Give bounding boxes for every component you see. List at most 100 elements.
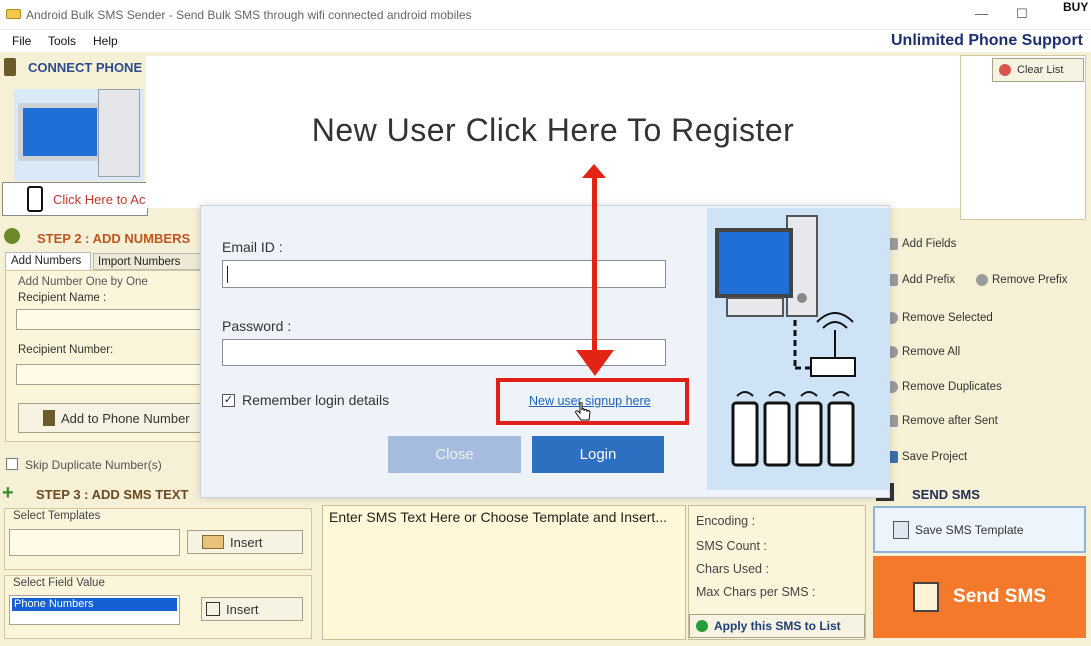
menu-file[interactable]: File [12,34,31,48]
max-chars-label: Max Chars per SMS : [696,585,816,599]
mobile-icon [27,186,43,212]
field-value-label: Select Field Value [13,577,105,589]
minimize-button[interactable]: — [975,6,988,21]
save-sms-template-button[interactable]: Save SMS Template [873,506,1086,553]
step3-section: + STEP 3 : ADD SMS TEXT Select Templates… [0,480,318,646]
network-art-svg [715,215,856,467]
red-arrow-top-icon [582,164,606,178]
add-fields-label: Add Fields [902,237,957,250]
remove-all-label: Remove All [902,345,961,358]
remove-prefix-label: Remove Prefix [992,273,1068,286]
send-sms-label: Send SMS [953,586,1046,607]
remove-duplicates-button[interactable]: Remove Duplicates [876,370,1086,403]
insert-template-label: Insert [230,534,263,550]
encoding-label: Encoding : [696,514,756,528]
recipient-list[interactable]: Clear List [960,55,1086,220]
remove-selected-button[interactable]: Remove Selected [876,301,1086,334]
save-template-icon [893,520,909,539]
add-text-icon: + [2,482,14,504]
menu-bar: File Tools Help Unlimited Phone Support [0,30,1091,52]
tab-import-numbers[interactable]: Import Numbers [93,253,203,270]
chars-used-label: Chars Used : [696,562,769,576]
add-prefix-label: Add Prefix [902,273,956,286]
send-sms-header: SEND SMS [912,487,980,502]
window-title: Android Bulk SMS Sender - Send Bulk SMS … [26,8,472,22]
field-value-selected[interactable]: Phone Numbers [12,598,177,611]
insert-field-label: Insert [226,601,259,617]
red-arrow-head-icon [576,350,614,376]
field-icon [206,602,220,616]
phone-add-icon [43,410,55,426]
phone-icon [4,58,16,76]
remove-after-sent-button[interactable]: Remove after Sent [876,404,1086,437]
save-project-label: Save Project [902,450,968,463]
templates-panel: Select Templates Insert [4,508,312,570]
apply-sms-button[interactable]: Apply this SMS to List [689,614,865,638]
remove-prefix-icon [976,273,988,286]
sms-text-area[interactable]: Enter SMS Text Here or Choose Template a… [322,505,686,640]
connect-phone-section: CONNECT PHONE Click Here to Ac [0,55,150,220]
check-icon [696,620,708,632]
red-arrow-shaft [592,172,597,357]
remove-prefix-button[interactable]: Remove Prefix [966,263,1086,296]
recipient-name-input[interactable] [16,309,206,330]
hand-cursor-icon [575,402,591,421]
clear-icon [999,64,1011,76]
buy-label: BUY [1063,0,1089,14]
email-field[interactable] [222,260,666,288]
send-icon [913,582,940,612]
step2-section: STEP 2 : ADD NUMBERS Add Numbers Import … [0,222,208,478]
tab-add-numbers[interactable]: Add Numbers [5,252,91,270]
signup-highlight-box [496,378,689,425]
title-bar: Android Bulk SMS Sender - Send Bulk SMS … [0,0,1091,30]
send-sms-button[interactable]: Send SMS [873,556,1086,638]
clear-list-label: Clear List [1017,64,1064,76]
email-label: Email ID : [222,239,283,255]
clear-list-button[interactable]: Clear List [992,58,1084,82]
templates-select[interactable] [9,529,180,556]
menu-help[interactable]: Help [93,34,118,48]
step2-icon [4,228,20,244]
recipient-number-input[interactable] [16,364,206,385]
connect-phone-button[interactable]: Click Here to Ac [2,182,148,216]
text-cursor [227,266,228,283]
save-sms-template-label: Save SMS Template [915,522,1024,537]
add-to-phone-number-label: Add to Phone Number [61,410,190,426]
login-button[interactable]: Login [532,436,664,473]
remove-duplicates-label: Remove Duplicates [902,380,1002,393]
remove-all-button[interactable]: Remove All [876,335,1086,368]
add-one-group-label: Add Number One by One [18,276,148,288]
remember-label: Remember login details [242,392,390,408]
skip-duplicates-label: Skip Duplicate Number(s) [25,458,162,472]
field-value-list[interactable]: Phone Numbers [9,595,180,625]
insert-template-button[interactable]: Insert [187,530,303,554]
template-icon [202,535,224,549]
login-dialog: Email ID : Password : ✓ Remember login d… [200,205,890,498]
password-label: Password : [222,318,292,334]
sms-count-label: SMS Count : [696,539,767,553]
connect-phone-header: CONNECT PHONE [28,60,143,75]
add-to-phone-number-button[interactable]: Add to Phone Number [18,403,208,433]
save-project-button[interactable]: Save Project [876,440,1086,473]
remember-checkbox[interactable]: ✓ [222,394,235,407]
field-value-panel: Select Field Value Phone Numbers Insert [4,575,312,639]
close-button[interactable]: Close [388,436,521,473]
recipient-name-label: Recipient Name : [18,292,107,304]
recipient-number-label: Recipient Number: [18,344,114,356]
add-fields-button[interactable]: Add Fields [876,227,1086,260]
close-label: Close [435,446,474,463]
buy-button[interactable]: BUY [1063,0,1091,24]
register-instruction: New User Click Here To Register [311,112,795,148]
network-illustration [707,208,890,490]
add-numbers-panel: Add Number One by One Recipient Name : R… [5,270,208,442]
apply-sms-label: Apply this SMS to List [714,619,841,633]
maximize-button[interactable]: ☐ [1016,6,1028,22]
phone-support-link[interactable]: Unlimited Phone Support [891,32,1083,50]
skip-duplicates-checkbox[interactable] [6,458,18,470]
insert-field-button[interactable]: Insert [201,597,303,621]
app-icon [6,9,21,19]
computer-icon [14,89,144,181]
remove-selected-label: Remove Selected [902,311,993,324]
login-label: Login [579,446,617,463]
menu-tools[interactable]: Tools [48,34,76,48]
